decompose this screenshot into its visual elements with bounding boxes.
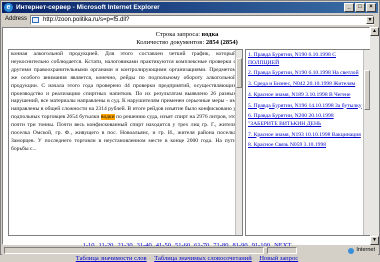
result-link[interactable]: 8. Красное Связь N059 3.10.1998 <box>248 142 326 148</box>
scroll-up-button[interactable]: ▲ <box>370 27 379 36</box>
result-link[interactable]: 4. Красное знамя, N189 3.10.1998 В Чеген… <box>248 92 350 98</box>
highlighted-term: водки <box>100 114 115 121</box>
window-title: Интернет-сервер - Microsoft Internet Exp… <box>16 4 160 11</box>
close-button[interactable]: × <box>366 3 376 12</box>
results-list-frame[interactable]: 1. Правда Бурятии, N190 6.10.1998 С ПОЛП… <box>245 49 371 236</box>
result-item: 2. Правда Бурятии, N190 6.10.1998 На све… <box>248 70 364 78</box>
internet-explorer-icon: e <box>4 3 13 12</box>
count-value: 2854 (2854) <box>205 39 238 46</box>
query-label: Строка запроса: <box>155 31 201 38</box>
scroll-down-button[interactable]: ▼ <box>370 236 379 245</box>
result-link[interactable]: 7. Красное знамя, N193 10.10.1998 Вакцин… <box>248 132 361 138</box>
query-line: Строка запроса: водка <box>3 31 371 38</box>
count-label: Количество документов: <box>136 39 205 46</box>
internet-zone-globe-icon <box>348 248 355 254</box>
status-text-cell <box>4 247 264 254</box>
result-link[interactable]: 2. Правда Бурятии, N190 6.10.1998 На све… <box>248 70 359 76</box>
address-bar: Address http://zoon.politika.ru/s=p=f5.d… <box>2 14 378 26</box>
page-icon <box>32 17 39 23</box>
result-link[interactable]: 3. Среда и Бизнес, N042 20.10.1998 Жител… <box>248 81 355 87</box>
word-significance-table-link[interactable]: Таблица значимости слов <box>76 255 147 262</box>
footer-links: Таблица значимости слов Таблица значимых… <box>3 255 371 262</box>
status-bar: Internet <box>2 246 378 255</box>
result-item: 4. Красное знамя, N189 3.10.1998 В Чеген… <box>248 92 364 100</box>
new-query-link[interactable]: Новый запрос <box>259 255 298 262</box>
address-input[interactable]: http://zoon.politika.ru/s=p=f5.dll? <box>30 15 374 25</box>
result-link[interactable]: 6. Правда Бурятии, N200 20.10.1998 "ЗАБЕ… <box>248 113 334 127</box>
scrollbar-thumb[interactable] <box>236 58 242 88</box>
zone-label: Internet <box>356 247 375 253</box>
title-bar[interactable]: e Интернет-сервер - Microsoft Internet E… <box>2 2 378 13</box>
query-value: водка <box>201 31 219 38</box>
result-item: 8. Красное Связь N059 3.10.1998 <box>248 142 364 150</box>
document-text-before: конная алкогольной продукцией. Для этого… <box>11 51 236 121</box>
result-item: 7. Красное знамя, N193 10.10.1998 Вакцин… <box>248 132 364 140</box>
results-list: 1. Правда Бурятии, N190 6.10.1998 С ПОЛП… <box>248 52 364 153</box>
maximize-button[interactable]: □ <box>355 3 365 12</box>
result-link[interactable]: 1. Правда Бурятии, N190 6.10.1998 С ПОЛП… <box>248 52 336 66</box>
status-cell <box>267 247 297 254</box>
security-zone: Internet <box>348 247 375 254</box>
browser-window: e Интернет-сервер - Microsoft Internet E… <box>0 0 380 262</box>
result-item: 1. Правда Бурятии, N190 6.10.1998 С ПОЛП… <box>248 52 364 67</box>
page-content: Строка запроса: водка Количество докумен… <box>2 27 371 262</box>
result-link[interactable]: 5. Правда Бурятии, N196 14.10.1998 За бу… <box>248 103 362 109</box>
window-controls: _ □ × <box>343 3 376 12</box>
text-frame-scrollbar[interactable] <box>235 50 242 235</box>
document-count-line: Количество документов: 2854 (2854) <box>3 39 371 46</box>
document-text: конная алкогольной продукцией. Для этого… <box>11 51 236 154</box>
phrase-significance-table-link[interactable]: Таблица значимых словосочетаний <box>154 255 252 262</box>
address-dropdown-button[interactable]: ▼ <box>366 16 374 24</box>
document-text-frame[interactable]: конная алкогольной продукцией. Для этого… <box>8 49 243 236</box>
result-item: 5. Правда Бурятии, N196 14.10.1998 За бу… <box>248 103 364 111</box>
minimize-button[interactable]: _ <box>344 3 354 12</box>
address-label: Address <box>5 16 28 22</box>
results-scrollbar[interactable] <box>363 50 370 235</box>
result-item: 3. Среда и Бизнес, N042 20.10.1998 Жител… <box>248 81 364 89</box>
page-scrollbar[interactable]: ▲ ▼ <box>370 27 379 245</box>
result-item: 6. Правда Бурятии, N200 20.10.1998 "ЗАБЕ… <box>248 113 364 128</box>
